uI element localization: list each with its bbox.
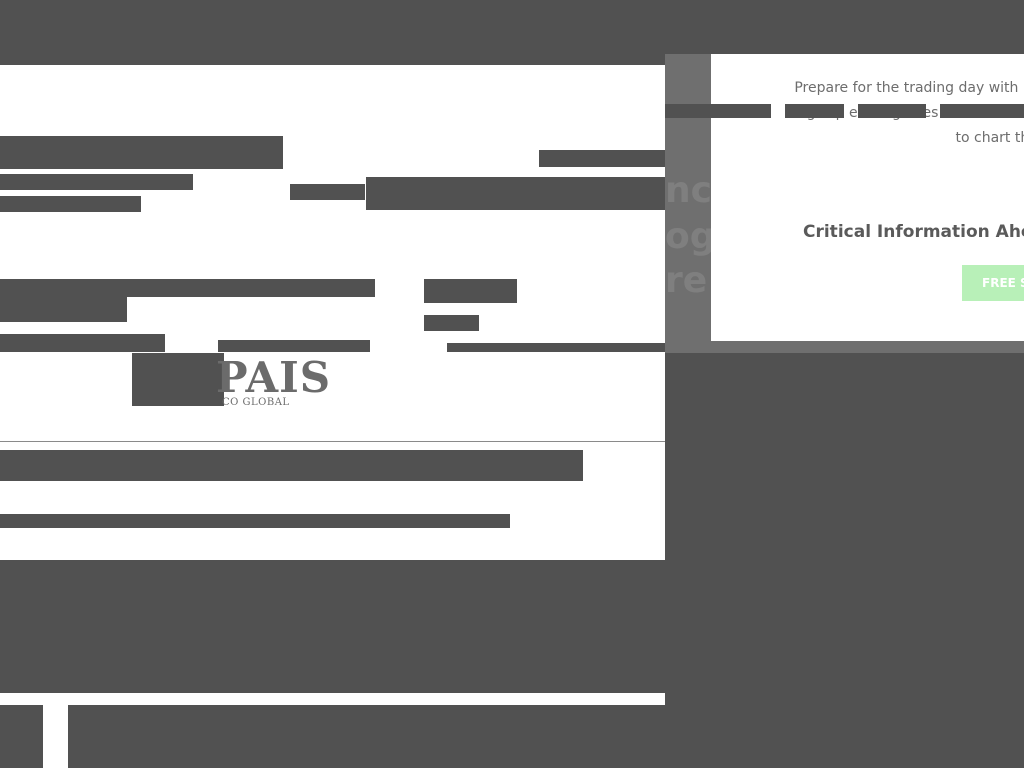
redacted-nav-item[interactable]	[665, 104, 771, 118]
ghost-text-1: nc	[665, 170, 712, 211]
redacted-headline	[0, 136, 283, 169]
redacted-search-bar[interactable]	[366, 177, 665, 210]
modal-body-line: to chart the trad	[955, 130, 1024, 146]
redacted-nav-item[interactable]	[858, 104, 926, 118]
redacted-thumb	[0, 705, 43, 768]
redacted-line	[0, 174, 193, 190]
divider	[0, 441, 665, 442]
article-panel: PAIS CO GLOBAL	[0, 65, 665, 560]
redacted-line	[0, 279, 375, 297]
redacted-line	[539, 150, 665, 167]
logo-wordmark: PAIS	[216, 353, 332, 402]
bottom-strip-gap	[43, 705, 68, 768]
redacted-nav-item[interactable]	[785, 104, 844, 118]
redacted-line	[218, 340, 370, 352]
redacted-nav-item[interactable]	[940, 104, 1024, 118]
redacted-line	[0, 196, 141, 212]
bottom-strip	[0, 693, 665, 705]
modal-heading: Critical Information Ahead	[803, 222, 1024, 242]
el-pais-logo: PAIS CO GLOBAL	[132, 353, 332, 413]
redacted-line	[0, 514, 510, 528]
ghost-text-2: og	[665, 216, 716, 257]
redacted-line	[0, 297, 127, 322]
logo-mask	[132, 353, 224, 406]
newsletter-modal: Prepare for the trading day with Market …	[711, 54, 1024, 341]
redacted-title	[0, 450, 583, 481]
free-signup-button[interactable]: FREE SI	[962, 265, 1024, 301]
modal-body-line: Prepare for the trading day with Market	[794, 80, 1024, 96]
redacted-thumb	[68, 705, 665, 768]
ghost-text-3: re	[665, 260, 708, 301]
redacted-tag[interactable]	[424, 315, 479, 331]
redacted-tag[interactable]	[424, 279, 517, 303]
redacted-line	[0, 334, 165, 352]
redacted-button[interactable]	[290, 184, 365, 200]
redacted-line	[447, 343, 665, 352]
logo-subtitle: CO GLOBAL	[222, 397, 290, 408]
